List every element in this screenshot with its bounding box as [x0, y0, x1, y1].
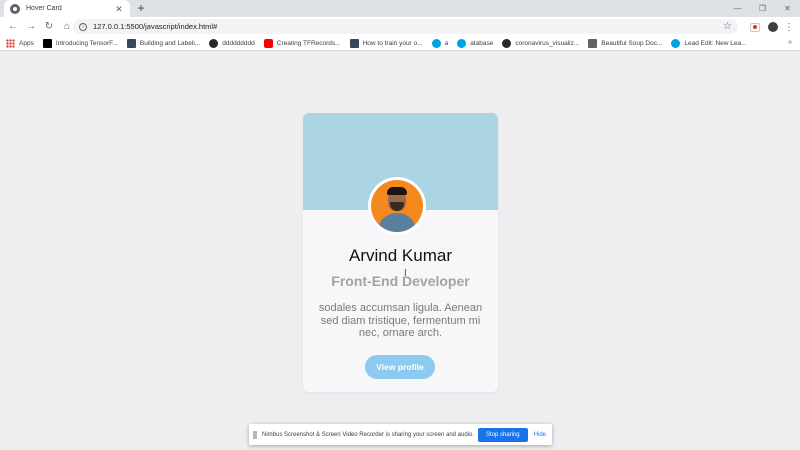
bookmarks-bar: Apps Introducing TensorF... Building and…	[0, 36, 800, 51]
text-cursor-icon: I	[404, 268, 407, 279]
minimize-button[interactable]: —	[725, 0, 750, 17]
forward-button[interactable]: →	[22, 18, 40, 36]
back-button[interactable]: ←	[4, 18, 22, 36]
github-icon	[209, 38, 219, 48]
bookmark-item[interactable]: Beautiful Soup Doc...	[588, 38, 662, 48]
apps-grid-icon	[6, 38, 15, 48]
hide-link[interactable]: Hide	[534, 432, 546, 438]
restore-button[interactable]: ❐	[750, 0, 775, 17]
profile-bio: sodales accumsan ligula. Aenean sed diam…	[318, 302, 483, 339]
youtube-icon	[263, 38, 273, 48]
bookmark-apps[interactable]: Apps	[6, 38, 34, 48]
bookmark-item[interactable]: How to train your o...	[349, 38, 423, 48]
close-tab-icon[interactable]: ✕	[114, 4, 124, 14]
bookmark-item[interactable]: Building and Labeli...	[126, 38, 200, 48]
bookmark-item[interactable]: Lead Edit: New Lea...	[671, 38, 747, 48]
avatar-icon	[768, 22, 778, 32]
profile-button[interactable]	[764, 18, 782, 36]
bookmark-item[interactable]: atabase	[457, 38, 493, 48]
screen-share-bar: Nimbus Screenshot & Screen Video Recorde…	[249, 424, 552, 445]
salesforce-icon	[457, 38, 467, 48]
tab-strip: Hover Card ✕ + — ❐ ✕	[0, 0, 800, 17]
avatar	[368, 177, 426, 235]
bookmark-item[interactable]: ddddddddd	[209, 38, 255, 48]
bookmarks-overflow-button[interactable]: »	[788, 39, 792, 46]
menu-kebab-icon[interactable]: ⋮	[782, 22, 796, 33]
browser-toolbar: ← → ↻ ⌂ i 127.0.0.1:5500/javascript/inde…	[0, 17, 800, 36]
url-text[interactable]: 127.0.0.1:5500/javascript/index.html#	[93, 22, 723, 31]
salesforce-icon	[431, 38, 441, 48]
share-message: Nimbus Screenshot & Screen Video Recorde…	[262, 431, 475, 438]
profile-name: Arvind Kumar	[349, 246, 452, 265]
salesforce-icon	[671, 38, 681, 48]
site-info-icon[interactable]: i	[79, 22, 87, 31]
bookmark-item[interactable]: a	[431, 38, 448, 48]
toolbar-extensions: ⋮	[746, 18, 796, 36]
close-window-button[interactable]: ✕	[775, 0, 800, 17]
site-icon	[349, 38, 359, 48]
window-controls: — ❐ ✕	[725, 0, 800, 17]
github-icon	[502, 38, 512, 48]
reload-button[interactable]: ↻	[40, 18, 58, 36]
site-icon	[126, 38, 136, 48]
bookmark-star-icon[interactable]: ☆	[723, 21, 732, 32]
view-profile-button[interactable]: View profile	[365, 355, 435, 379]
stop-sharing-button[interactable]: Stop sharing	[477, 427, 528, 442]
bookmark-item[interactable]: Introducing TensorF...	[42, 38, 118, 48]
medium-icon	[42, 38, 52, 48]
profile-role: Front-End Developer	[331, 273, 470, 289]
new-tab-button[interactable]: +	[135, 1, 147, 16]
tab-title: Hover Card	[26, 5, 62, 12]
doc-icon	[588, 38, 598, 48]
bookmark-item[interactable]: Creating TFRecords...	[263, 38, 341, 48]
bookmark-item[interactable]: coronavirus_visualiz...	[502, 38, 579, 48]
drag-handle-icon[interactable]	[253, 430, 257, 439]
extension-icon[interactable]	[746, 18, 764, 36]
globe-icon	[10, 3, 20, 14]
address-bar[interactable]: i 127.0.0.1:5500/javascript/index.html# …	[73, 19, 738, 34]
tab-hover-card[interactable]: Hover Card ✕	[4, 0, 130, 17]
avatar-photo	[371, 180, 423, 232]
